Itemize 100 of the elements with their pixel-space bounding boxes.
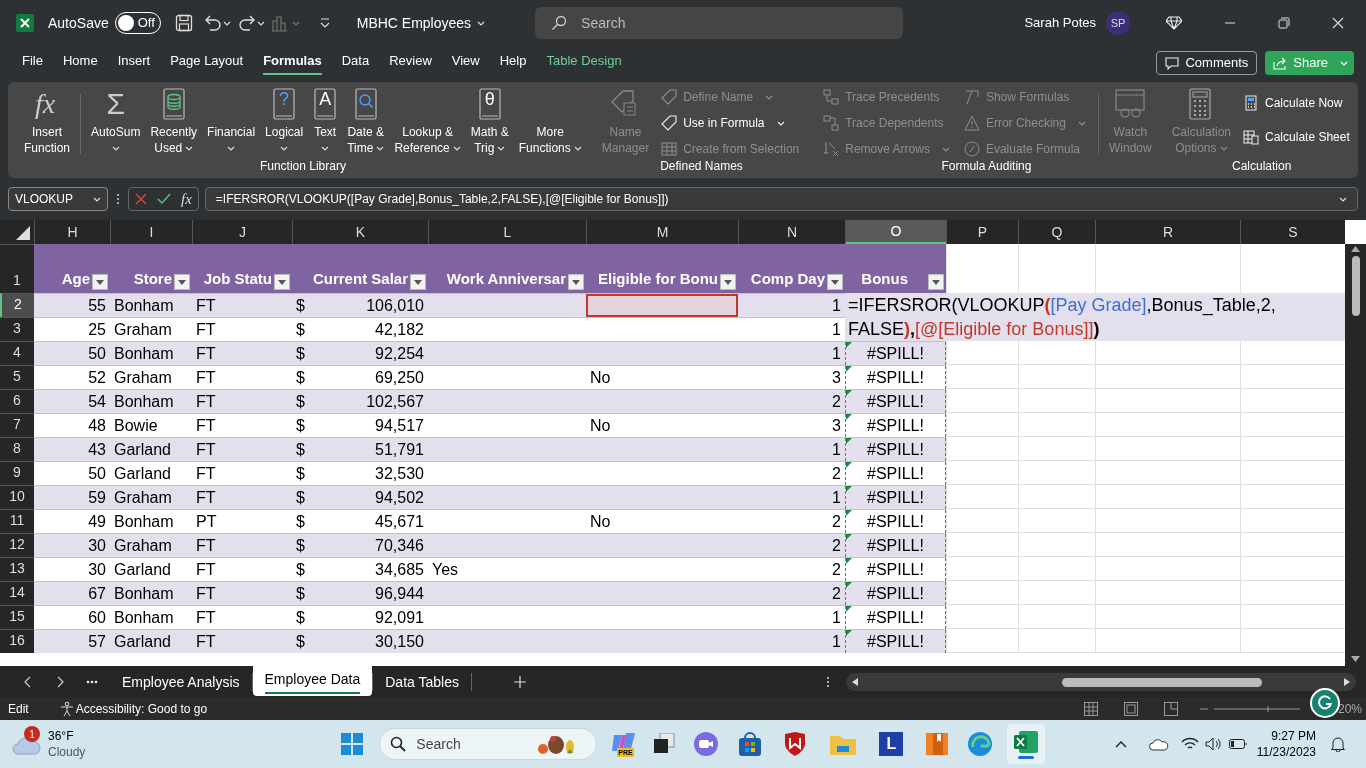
close-icon[interactable] bbox=[1332, 17, 1344, 29]
empty-cell[interactable] bbox=[1018, 629, 1095, 653]
table-row[interactable]: 30 Graham FT $ 70,346 2 #SPILL! bbox=[34, 533, 946, 557]
menu-tab[interactable]: Home bbox=[52, 48, 108, 78]
menu-tab[interactable]: Help bbox=[489, 48, 537, 78]
column-header[interactable]: O bbox=[845, 220, 946, 244]
more-sheets-icon[interactable] bbox=[86, 680, 98, 684]
letter-app-icon[interactable]: L bbox=[879, 732, 904, 756]
empty-cell[interactable] bbox=[1095, 581, 1240, 605]
menu-tab[interactable]: Page Layout bbox=[160, 48, 254, 78]
speaker-icon[interactable] bbox=[1204, 737, 1223, 751]
empty-cell[interactable] bbox=[1095, 413, 1240, 437]
comments-button[interactable]: Comments bbox=[1156, 51, 1258, 75]
bookmark-book-icon[interactable] bbox=[925, 732, 950, 756]
ribbon-button[interactable]: Lookup & Reference bbox=[390, 86, 465, 156]
checkmark-icon[interactable] bbox=[157, 193, 171, 205]
search-field[interactable]: Search bbox=[535, 7, 904, 39]
ribbon-button[interactable]: A Text bbox=[309, 86, 342, 156]
ribbon-button[interactable]: ? Logical bbox=[261, 86, 308, 156]
row-header[interactable]: 16 bbox=[0, 629, 34, 653]
sheet-tab[interactable]: Employee Analysis bbox=[110, 667, 252, 697]
empty-cell[interactable] bbox=[1018, 581, 1095, 605]
cell-editor[interactable]: =IFERSROR(VLOOKUP([Pay Grade],Bonus_Table,2, FALSE),[@[Eligible for Bonus]]) bbox=[845, 293, 1345, 341]
row-header[interactable]: 3 bbox=[0, 317, 34, 341]
ribbon-button[interactable]: θ Math & Trig bbox=[466, 86, 513, 156]
table-row[interactable]: 48 Bowie FT $ 94,517 No 3 #SPILL! bbox=[34, 413, 946, 437]
empty-cell[interactable] bbox=[1018, 485, 1095, 509]
table-row[interactable]: 59 Graham FT $ 94,502 1 #SPILL! bbox=[34, 485, 946, 509]
restore-icon[interactable] bbox=[1278, 17, 1290, 29]
empty-cell[interactable] bbox=[1018, 509, 1095, 533]
filter-dropdown-icon[interactable] bbox=[720, 274, 736, 290]
menu-tab[interactable]: File bbox=[12, 48, 53, 78]
sheet-tab[interactable]: Employee Data bbox=[252, 666, 373, 696]
row-header[interactable]: 14 bbox=[0, 581, 34, 605]
clock[interactable]: 9:27 PM 11/23/2023 bbox=[1256, 728, 1316, 760]
sheet-tab[interactable]: Data Tables bbox=[373, 667, 471, 697]
empty-cell[interactable] bbox=[1095, 533, 1240, 557]
empty-cell[interactable] bbox=[1095, 437, 1240, 461]
empty-cell[interactable] bbox=[1018, 605, 1095, 629]
menu-tab[interactable]: View bbox=[441, 48, 490, 78]
battery-icon[interactable] bbox=[1228, 738, 1247, 750]
empty-cell[interactable] bbox=[1018, 533, 1095, 557]
row-header[interactable]: 7 bbox=[0, 413, 34, 437]
swirl-browser-icon[interactable] bbox=[967, 731, 994, 757]
empty-cell[interactable] bbox=[1018, 437, 1095, 461]
shopping-bag-icon[interactable] bbox=[737, 731, 764, 757]
scroll-thumb[interactable] bbox=[1351, 256, 1360, 316]
empty-cell[interactable] bbox=[1095, 389, 1240, 413]
accessibility-status[interactable]: Accessibility: Good to go bbox=[75, 700, 208, 718]
bell-icon[interactable] bbox=[1330, 736, 1346, 752]
menu-tab[interactable]: Review bbox=[379, 48, 442, 78]
row-header[interactable]: 12 bbox=[0, 533, 34, 557]
filter-dropdown-icon[interactable] bbox=[568, 274, 584, 290]
bar-chart-icon[interactable] bbox=[270, 14, 301, 32]
filter-dropdown-icon[interactable] bbox=[827, 274, 843, 290]
cloud-icon[interactable] bbox=[1148, 737, 1169, 751]
windows-logo-icon[interactable] bbox=[341, 733, 364, 755]
page-layout-icon[interactable] bbox=[1123, 702, 1138, 716]
row-header[interactable]: 9 bbox=[0, 461, 34, 485]
more-options-icon[interactable] bbox=[116, 193, 120, 205]
table-row[interactable]: 67 Bonham FT $ 96,944 2 #SPILL! bbox=[34, 581, 946, 605]
empty-cell[interactable] bbox=[1095, 509, 1240, 533]
filter-dropdown-icon[interactable] bbox=[92, 274, 108, 290]
taskbar-search-input[interactable]: Search bbox=[416, 733, 527, 755]
empty-cell[interactable] bbox=[1095, 629, 1240, 653]
ribbon-button[interactable]: fx Insert Function bbox=[20, 86, 75, 156]
zoom-level[interactable]: 20% bbox=[1337, 700, 1362, 718]
column-header[interactable]: R bbox=[1095, 220, 1240, 244]
ribbon-button[interactable]: Calculate Now bbox=[1241, 92, 1352, 114]
accessibility-icon[interactable] bbox=[58, 701, 75, 717]
menu-tab[interactable]: Formulas bbox=[253, 48, 332, 78]
horizontal-scrollbar[interactable] bbox=[846, 673, 1356, 691]
ribbon-button[interactable]: Calculate Sheet bbox=[1241, 126, 1352, 148]
video-chat-icon[interactable] bbox=[693, 731, 720, 757]
ribbon-button[interactable]: More Functions bbox=[514, 86, 586, 156]
table-row[interactable]: 30 Garland FT $ 34,685 Yes 2 #SPILL! bbox=[34, 557, 946, 581]
ribbon-button[interactable]: Use in Formula bbox=[659, 112, 802, 134]
table-row[interactable]: 50 Garland FT $ 32,530 2 #SPILL! bbox=[34, 461, 946, 485]
task-view-icon[interactable] bbox=[653, 733, 676, 755]
save-icon[interactable] bbox=[174, 14, 193, 32]
vertical-scrollbar[interactable] bbox=[1345, 244, 1366, 666]
page-break-icon[interactable] bbox=[1163, 702, 1178, 716]
menu-tab[interactable]: Insert bbox=[107, 48, 161, 78]
row-header[interactable]: 2 bbox=[0, 293, 34, 317]
row-header[interactable]: 15 bbox=[0, 605, 34, 629]
normal-view-icon[interactable] bbox=[1083, 702, 1098, 716]
add-sheet-icon[interactable] bbox=[513, 676, 526, 688]
chevron-up-icon[interactable] bbox=[1114, 740, 1127, 748]
row-header[interactable]: 13 bbox=[0, 557, 34, 581]
file-name-button[interactable]: MBHC Employees bbox=[356, 12, 486, 34]
diamond-icon[interactable] bbox=[1166, 16, 1182, 30]
table-row[interactable]: 49 Bonham PT $ 45,671 No 2 #SPILL! bbox=[34, 509, 946, 533]
empty-cell[interactable] bbox=[1095, 557, 1240, 581]
empty-cell[interactable] bbox=[1018, 413, 1095, 437]
table-row[interactable]: 57 Garland FT $ 30,150 1 #SPILL! bbox=[34, 629, 946, 653]
empty-cell[interactable] bbox=[1095, 461, 1240, 485]
row-header[interactable]: 5 bbox=[0, 365, 34, 389]
shield-icon[interactable] bbox=[783, 731, 808, 757]
empty-cell[interactable] bbox=[1018, 557, 1095, 581]
table-row[interactable]: 60 Bonham FT $ 92,091 1 #SPILL! bbox=[34, 605, 946, 629]
